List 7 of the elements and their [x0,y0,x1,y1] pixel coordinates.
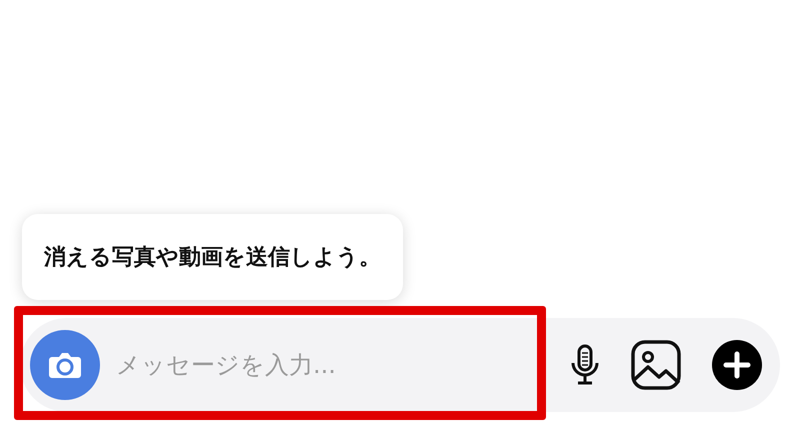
image-button[interactable] [630,339,682,391]
camera-icon [48,350,82,380]
camera-button[interactable] [30,330,100,400]
message-field[interactable]: メッセージを入力... [114,350,508,380]
tooltip-text: 消える写真や動画を送信しよう。 [44,245,381,270]
add-button[interactable] [712,340,762,390]
microphone-button[interactable] [570,344,600,386]
